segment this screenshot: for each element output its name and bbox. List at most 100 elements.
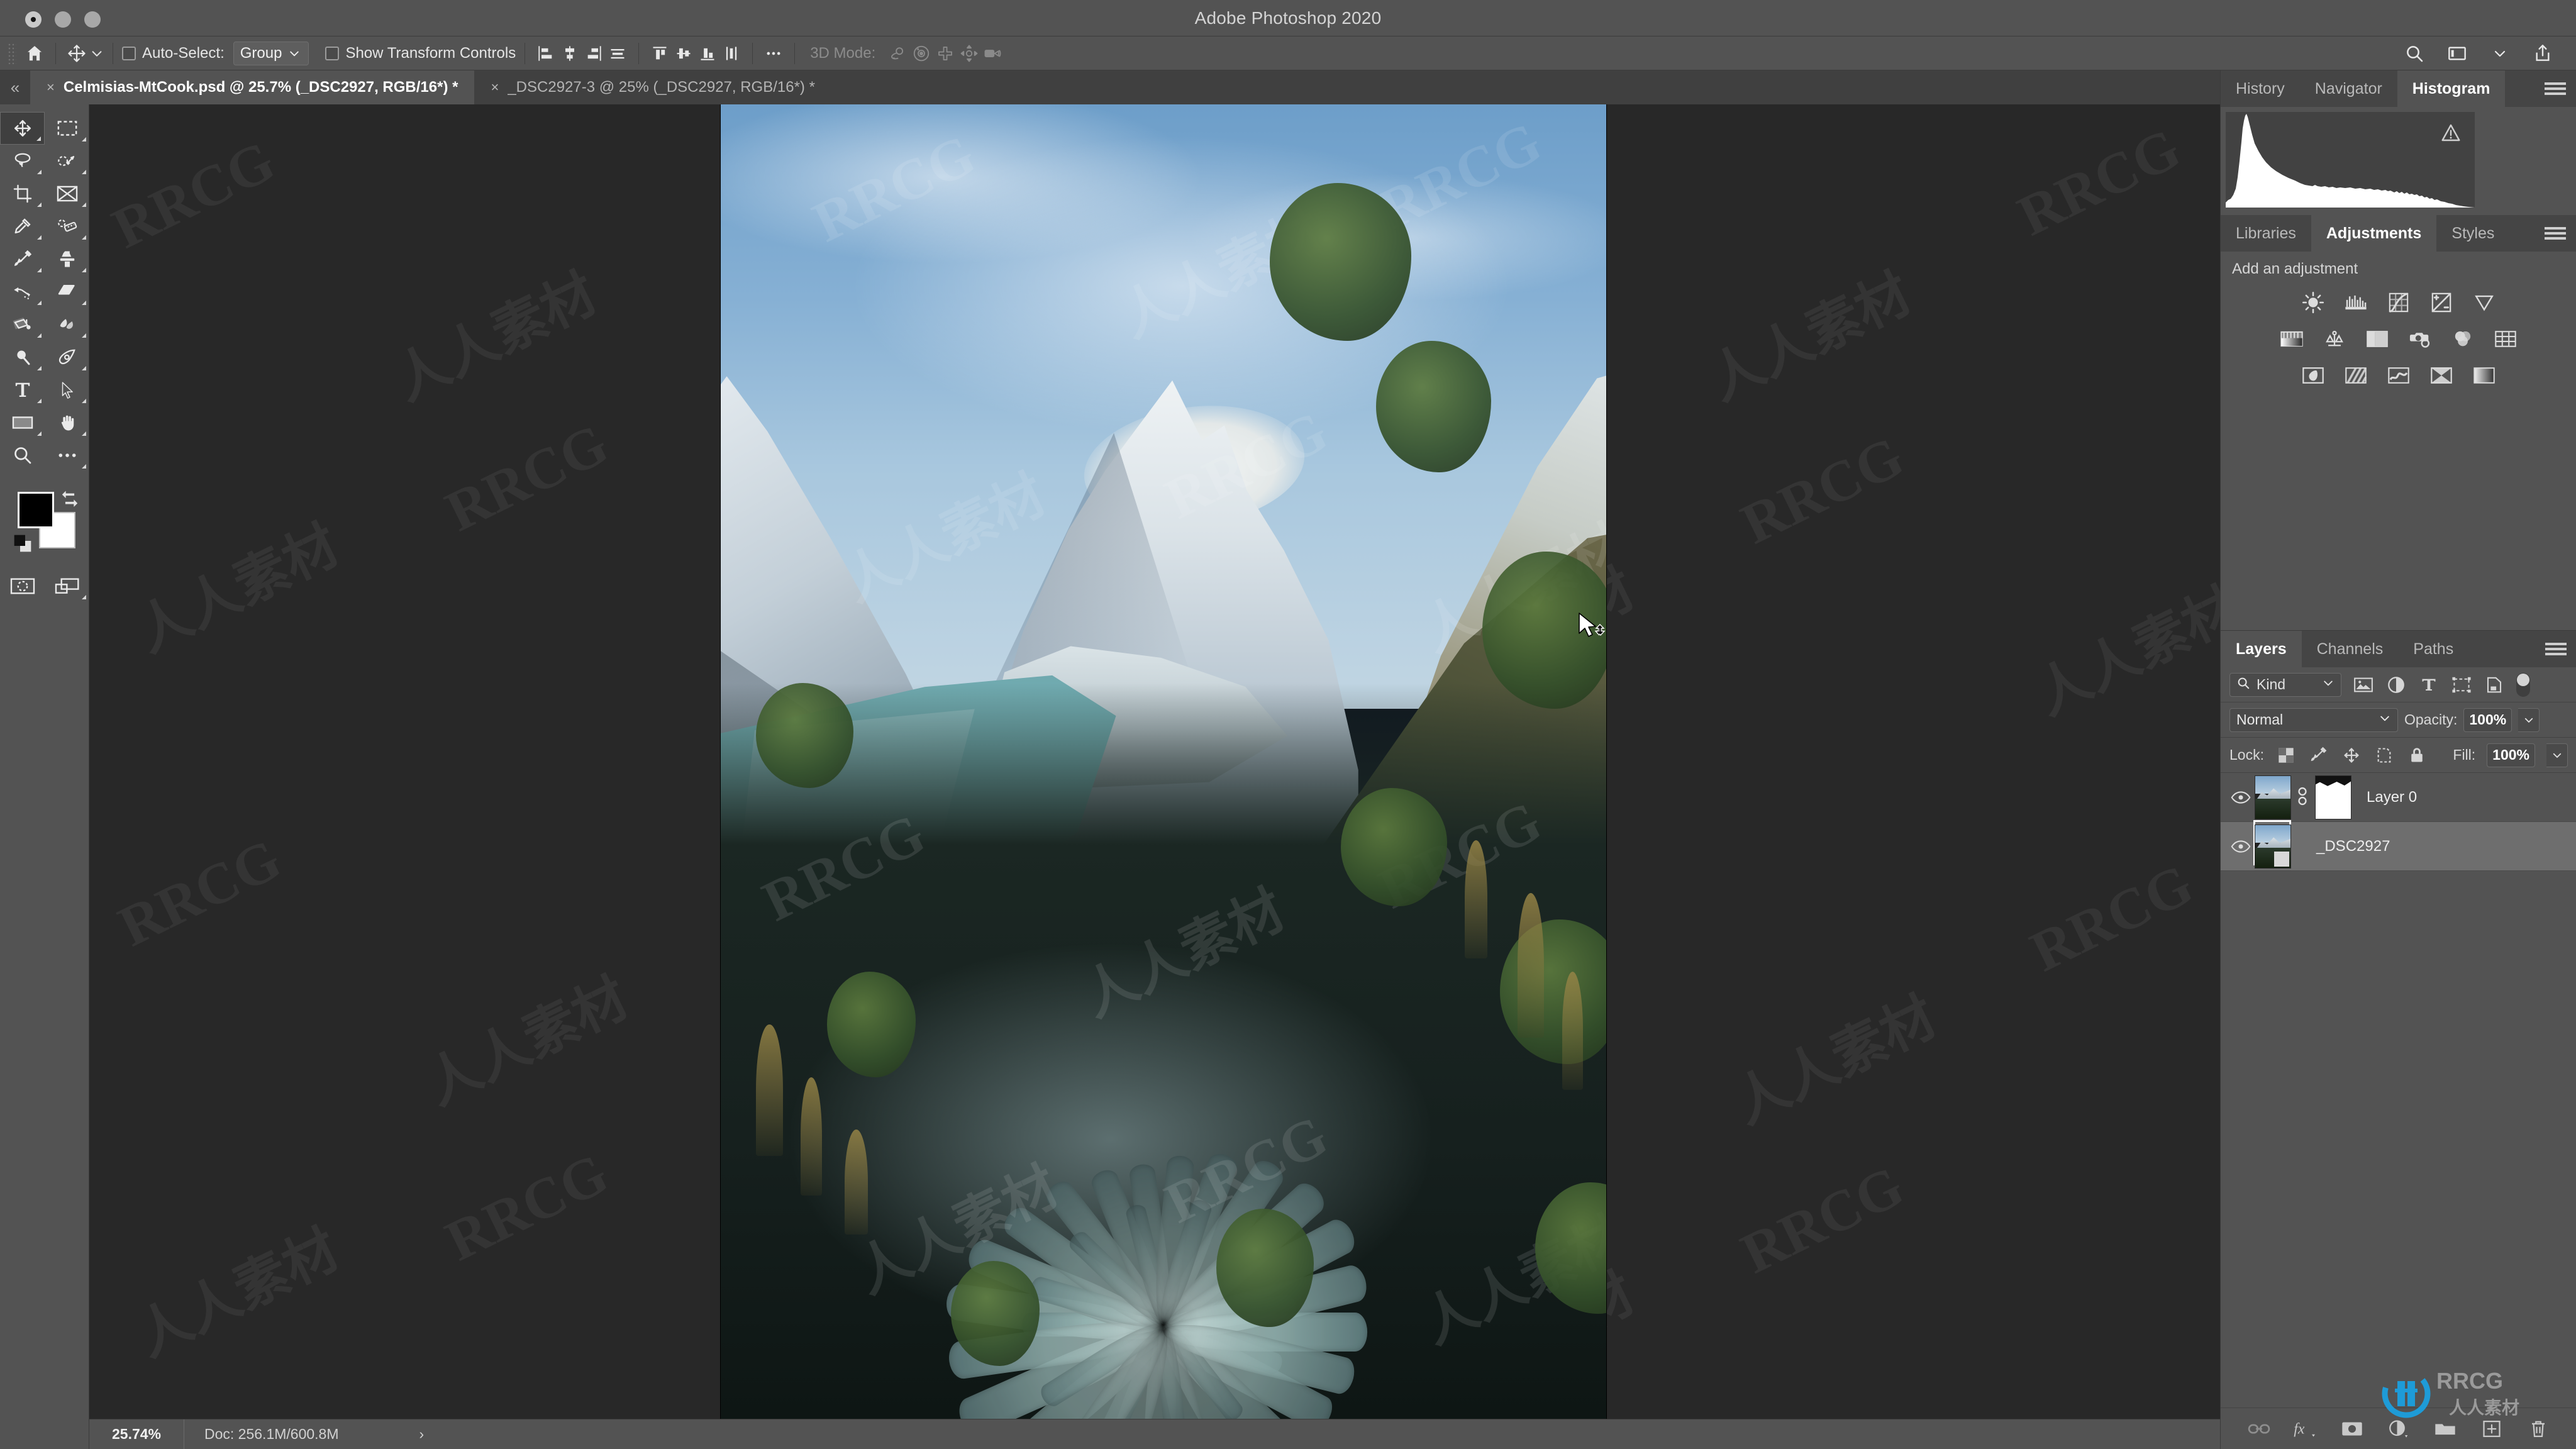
clone-stamp-tool[interactable] xyxy=(45,243,89,275)
tool-preset-chevron-down-icon[interactable] xyxy=(90,47,104,60)
canvas-area[interactable]: RRCG 人人素材 RRCG 人人素材 RRCG 人人素材 RRCG 人人素材 … xyxy=(89,104,2220,1419)
3d-orbit-icon[interactable] xyxy=(886,42,909,65)
quick-mask-icon[interactable] xyxy=(0,570,45,602)
zoom-tool[interactable] xyxy=(0,439,45,472)
distribute-vertical-icon[interactable] xyxy=(719,42,743,65)
add-layer-mask-icon[interactable] xyxy=(2340,1416,2365,1441)
eyedropper-tool[interactable] xyxy=(0,210,45,243)
layer-styles-fx-icon[interactable]: fx xyxy=(2293,1416,2318,1441)
table-row[interactable]: _DSC2927 xyxy=(2221,819,2576,871)
new-group-icon[interactable] xyxy=(2433,1416,2458,1441)
pen-tool[interactable] xyxy=(45,341,89,374)
filter-kind-dropdown[interactable]: Kind xyxy=(2229,672,2341,697)
align-horizontal-centers-icon[interactable] xyxy=(558,42,582,65)
tab-navigator[interactable]: Navigator xyxy=(2300,70,2397,107)
brightness-contrast-icon[interactable] xyxy=(2299,288,2328,317)
hand-tool[interactable] xyxy=(45,406,89,439)
lasso-tool[interactable] xyxy=(0,145,45,177)
tab-history[interactable]: History xyxy=(2221,70,2300,107)
lock-image-pixels-icon[interactable] xyxy=(2308,745,2329,766)
edit-toolbar-tool[interactable] xyxy=(45,439,89,472)
mask-link-icon[interactable] xyxy=(2295,787,2311,808)
filter-smart-object-icon[interactable] xyxy=(2484,674,2505,696)
distribute-horizontal-icon[interactable] xyxy=(606,42,630,65)
fill-field[interactable]: 100% xyxy=(2487,743,2535,767)
vibrance-icon[interactable] xyxy=(2470,288,2499,317)
search-icon[interactable] xyxy=(2402,42,2426,65)
histogram-plot[interactable] xyxy=(2226,112,2475,208)
delete-layer-icon[interactable] xyxy=(2526,1416,2551,1441)
color-balance-icon[interactable] xyxy=(2320,325,2349,353)
minimize-button[interactable] xyxy=(55,11,71,28)
exposure-icon[interactable] xyxy=(2427,288,2456,317)
selective-color-icon[interactable] xyxy=(2427,361,2456,390)
lock-position-icon[interactable] xyxy=(2341,745,2362,766)
dodge-tool[interactable] xyxy=(0,341,45,374)
type-tool[interactable] xyxy=(0,374,45,406)
ellipsis-icon[interactable] xyxy=(762,42,786,65)
tab-adjustments[interactable]: Adjustments xyxy=(2311,215,2437,252)
opacity-chevron-down-icon[interactable] xyxy=(2518,708,2540,732)
blend-mode-dropdown[interactable]: Normal xyxy=(2229,708,2398,732)
new-layer-icon[interactable] xyxy=(2479,1416,2504,1441)
3d-roll-icon[interactable] xyxy=(909,42,933,65)
blur-tool[interactable] xyxy=(45,308,89,341)
gradient-map-icon[interactable] xyxy=(2470,361,2499,390)
tab-paths[interactable]: Paths xyxy=(2398,631,2468,667)
zoom-button[interactable] xyxy=(84,11,101,28)
black-white-icon[interactable] xyxy=(2363,325,2392,353)
default-colors-icon[interactable] xyxy=(13,533,33,553)
new-adjustment-layer-icon[interactable] xyxy=(2386,1416,2411,1441)
panel-menu-icon[interactable] xyxy=(2545,226,2566,241)
align-bottom-edges-icon[interactable] xyxy=(696,42,719,65)
tab-histogram[interactable]: Histogram xyxy=(2397,70,2506,107)
fill-chevron-down-icon[interactable] xyxy=(2546,743,2568,767)
window-controls[interactable] xyxy=(25,11,101,28)
gradient-tool[interactable] xyxy=(0,308,45,341)
history-brush-tool[interactable] xyxy=(0,275,45,308)
path-selection-tool[interactable] xyxy=(45,374,89,406)
document-tab-active[interactable]: × Celmisias-MtCook.psd @ 25.7% (_DSC2927… xyxy=(30,70,475,104)
close-icon[interactable]: × xyxy=(47,79,55,96)
show-transform-controls-checkbox[interactable] xyxy=(325,46,340,60)
layer-mask-thumbnail[interactable] xyxy=(2315,775,2351,819)
color-lookup-icon[interactable] xyxy=(2491,325,2520,353)
link-layers-icon[interactable] xyxy=(2246,1416,2272,1441)
tab-layers[interactable]: Layers xyxy=(2221,631,2302,667)
filter-type-icon[interactable] xyxy=(2418,674,2440,696)
3d-camera-icon[interactable] xyxy=(981,42,1005,65)
filter-shape-icon[interactable] xyxy=(2451,674,2472,696)
swap-colors-icon[interactable] xyxy=(59,488,80,509)
3d-pan-icon[interactable] xyxy=(933,42,957,65)
brush-tool[interactable] xyxy=(0,243,45,275)
levels-icon[interactable] xyxy=(2341,288,2370,317)
layer-visibility-eye-icon[interactable] xyxy=(2227,833,2255,860)
crop-tool[interactable] xyxy=(0,177,45,210)
invert-icon[interactable] xyxy=(2299,361,2328,390)
layer-visibility-eye-icon[interactable] xyxy=(2227,784,2255,811)
auto-select-scope-dropdown[interactable]: Group xyxy=(233,41,309,65)
lock-all-icon[interactable] xyxy=(2406,745,2428,766)
panel-menu-icon[interactable] xyxy=(2545,641,2567,657)
chevron-right-icon[interactable]: › xyxy=(419,1426,425,1443)
align-vertical-centers-icon[interactable] xyxy=(672,42,696,65)
workspace-icon[interactable] xyxy=(2445,42,2469,65)
panel-menu-icon[interactable] xyxy=(2545,81,2566,96)
eraser-tool[interactable] xyxy=(45,275,89,308)
home-icon[interactable] xyxy=(23,42,47,65)
screen-mode-icon[interactable] xyxy=(45,570,89,602)
rectangle-tool[interactable] xyxy=(0,406,45,439)
collapse-panels-icon[interactable]: « xyxy=(0,70,30,104)
channel-mixer-icon[interactable] xyxy=(2448,325,2477,353)
align-left-edges-icon[interactable] xyxy=(534,42,558,65)
posterize-icon[interactable] xyxy=(2341,361,2370,390)
lock-artboard-nesting-icon[interactable] xyxy=(2373,745,2395,766)
move-tool-icon[interactable] xyxy=(65,42,89,65)
workspace-chevron-down-icon[interactable] xyxy=(2488,42,2512,65)
frame-tool[interactable] xyxy=(45,177,89,210)
threshold-icon[interactable] xyxy=(2384,361,2413,390)
filter-toggle-switch[interactable] xyxy=(2516,672,2530,697)
3d-slide-icon[interactable] xyxy=(957,42,981,65)
layer-thumbnail[interactable] xyxy=(2255,775,2291,819)
spot-healing-brush-tool[interactable] xyxy=(45,210,89,243)
